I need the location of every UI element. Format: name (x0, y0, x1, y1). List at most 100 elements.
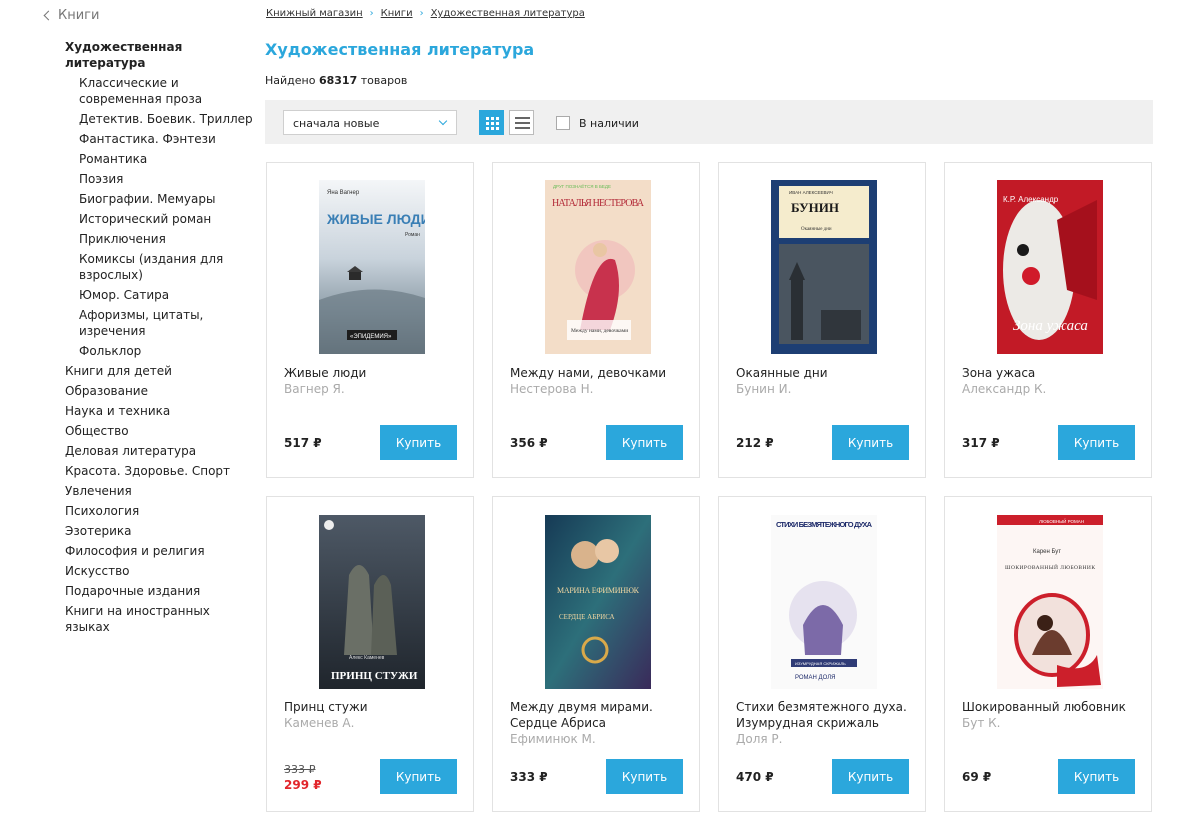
book-cover-image[interactable]: Яна Вагнер ЖИВЫЕ ЛЮДИ Роман «ЭПИДЕМИЯ» (319, 180, 425, 354)
in-stock-label: В наличии (579, 116, 639, 130)
cover-subtitle: Окаянные дни (801, 227, 832, 232)
cover-tagline: ДРУГ ПОЗНАЁТСЯ В БЕДЕ (553, 183, 611, 189)
product-author[interactable]: Александр К. (962, 382, 1046, 396)
cover-title: Зона ужаса (1013, 318, 1088, 334)
subcategory-item[interactable]: Исторический роман (65, 209, 255, 229)
cover-author: К.Р. Александр (1003, 195, 1059, 204)
cover-author: ИВАН АЛЕКСЕЕВИЧ (789, 190, 833, 195)
subcategory-item[interactable]: Детектив. Боевик. Триллер (65, 109, 255, 129)
category-fiction[interactable]: Художественная литература (65, 37, 255, 73)
back-link[interactable]: Книги (43, 8, 99, 23)
subcategory-item[interactable]: Фольклор (65, 341, 255, 361)
results-number: 68317 (318, 74, 358, 87)
buy-button[interactable]: Купить (380, 759, 457, 794)
category-item[interactable]: Эзотерика (65, 521, 255, 541)
cover-title: БУНИН (791, 200, 839, 215)
buy-button[interactable]: Купить (1058, 425, 1135, 460)
product-author[interactable]: Нестерова Н. (510, 382, 593, 396)
breadcrumb-separator-icon: › (419, 8, 424, 19)
buy-button[interactable]: Купить (380, 425, 457, 460)
product-sale-price: 299 ₽ (284, 778, 322, 792)
product-author[interactable]: Бут К. (962, 716, 1000, 730)
breadcrumb-books[interactable]: Книги (381, 8, 413, 19)
chevron-left-icon (43, 10, 54, 21)
product-author[interactable]: Ефиминюк М. (510, 732, 596, 746)
category-list: Художественная литература Классические и… (65, 37, 255, 637)
subcategory-item[interactable]: Афоризмы, цитаты, изречения (65, 305, 255, 341)
product-card[interactable]: ДРУГ ПОЗНАЁТСЯ В БЕДЕ НАТАЛЬЯ НЕСТЕРОВА … (492, 162, 700, 478)
category-item[interactable]: Наука и техника (65, 401, 255, 421)
category-item[interactable]: Искусство (65, 561, 255, 581)
grid-view-button[interactable] (479, 110, 504, 135)
product-author[interactable]: Вагнер Я. (284, 382, 345, 396)
product-title[interactable]: Между двумя мирами. Сердце Абриса (510, 699, 695, 731)
breadcrumb: Книжный магазин › Книги › Художественная… (266, 8, 585, 19)
product-title[interactable]: Между нами, девочками (510, 365, 695, 381)
subcategory-item[interactable]: Классические и современная проза (65, 73, 255, 109)
subcategory-item[interactable]: Приключения (65, 229, 255, 249)
in-stock-filter[interactable]: В наличии (556, 116, 639, 130)
product-card[interactable]: К.Р. Александр Зона ужаса Зона ужаса Але… (944, 162, 1152, 478)
breadcrumb-fiction[interactable]: Художественная литература (431, 8, 585, 19)
product-author[interactable]: Доля Р. (736, 732, 782, 746)
cover-subtitle: Роман (405, 232, 420, 238)
cover-title: ШОКИРОВАННЫЙ ЛЮБОВНИК (1005, 563, 1095, 571)
category-item[interactable]: Философия и религия (65, 541, 255, 561)
book-cover-image[interactable]: Алекс Каменев ПРИНЦ СТУЖИ (319, 515, 425, 689)
cover-title: ПРИНЦ СТУЖИ (331, 670, 418, 682)
page-title: Художественная литература (265, 40, 535, 59)
product-author[interactable]: Бунин И. (736, 382, 791, 396)
category-item[interactable]: Подарочные издания (65, 581, 255, 601)
product-price: 356 ₽ (510, 436, 548, 450)
subcategory-item[interactable]: Биографии. Мемуары (65, 189, 255, 209)
product-card[interactable]: СТИХИ БЕЗМЯТЕЖНОГО ДУХА ИЗУМРУДНАЯ СКРИЖ… (718, 496, 926, 812)
cover-title: СЕРДЦЕ АБРИСА (559, 613, 615, 621)
product-card[interactable]: ИВАН АЛЕКСЕЕВИЧ БУНИН Окаянные дни Окаян… (718, 162, 926, 478)
product-author[interactable]: Каменев А. (284, 716, 354, 730)
category-item[interactable]: Психология (65, 501, 255, 521)
book-cover-image[interactable]: К.Р. Александр Зона ужаса (997, 180, 1103, 354)
product-price: 333 ₽ (510, 770, 548, 784)
subcategory-item[interactable]: Поэзия (65, 169, 255, 189)
product-title[interactable]: Зона ужаса (962, 365, 1147, 381)
breadcrumb-separator-icon: › (369, 8, 374, 19)
product-title[interactable]: Живые люди (284, 365, 469, 381)
book-cover-image[interactable]: ДРУГ ПОЗНАЁТСЯ В БЕДЕ НАТАЛЬЯ НЕСТЕРОВА … (545, 180, 651, 354)
product-title[interactable]: Принц стужи (284, 699, 469, 715)
cover-title: СТИХИ БЕЗМЯТЕЖНОГО ДУХА (776, 520, 873, 529)
breadcrumb-store[interactable]: Книжный магазин (266, 8, 363, 19)
subcategory-item[interactable]: Комиксы (издания для взрослых) (65, 249, 255, 285)
sort-select[interactable]: сначала новые (283, 110, 457, 135)
product-title[interactable]: Стихи безмятежного духа. Изумрудная скри… (736, 699, 921, 731)
book-cover-image[interactable]: МАРИНА ЕФИМИНЮК СЕРДЦЕ АБРИСА (545, 515, 651, 689)
product-title[interactable]: Шокированный любовник (962, 699, 1147, 715)
product-price: 517 ₽ (284, 436, 322, 450)
category-item[interactable]: Увлечения (65, 481, 255, 501)
in-stock-checkbox[interactable] (556, 116, 570, 130)
category-item[interactable]: Книги на иностранных языках (65, 601, 255, 637)
subcategory-item[interactable]: Фантастика. Фэнтези (65, 129, 255, 149)
product-card[interactable]: Яна Вагнер ЖИВЫЕ ЛЮДИ Роман «ЭПИДЕМИЯ» Ж… (266, 162, 474, 478)
list-view-button[interactable] (509, 110, 534, 135)
category-item[interactable]: Книги для детей (65, 361, 255, 381)
chevron-down-icon (438, 116, 448, 126)
product-card[interactable]: МАРИНА ЕФИМИНЮК СЕРДЦЕ АБРИСА Между двум… (492, 496, 700, 812)
product-card[interactable]: Алекс Каменев ПРИНЦ СТУЖИ Принц стужи Ка… (266, 496, 474, 812)
product-price: 212 ₽ (736, 436, 774, 450)
buy-button[interactable]: Купить (606, 425, 683, 460)
category-item[interactable]: Деловая литература (65, 441, 255, 461)
category-item[interactable]: Красота. Здоровье. Спорт (65, 461, 255, 481)
buy-button[interactable]: Купить (606, 759, 683, 794)
subcategory-item[interactable]: Юмор. Сатира (65, 285, 255, 305)
buy-button[interactable]: Купить (1058, 759, 1135, 794)
buy-button[interactable]: Купить (832, 425, 909, 460)
product-card[interactable]: ЛЮБОВНЫЙ РОМАН Карен Бут ШОКИРОВАННЫЙ ЛЮ… (944, 496, 1152, 812)
buy-button[interactable]: Купить (832, 759, 909, 794)
book-cover-image[interactable]: СТИХИ БЕЗМЯТЕЖНОГО ДУХА ИЗУМРУДНАЯ СКРИЖ… (771, 515, 877, 689)
book-cover-image[interactable]: ЛЮБОВНЫЙ РОМАН Карен Бут ШОКИРОВАННЫЙ ЛЮ… (997, 515, 1103, 689)
book-cover-image[interactable]: ИВАН АЛЕКСЕЕВИЧ БУНИН Окаянные дни (771, 180, 877, 354)
category-item[interactable]: Общество (65, 421, 255, 441)
product-title[interactable]: Окаянные дни (736, 365, 921, 381)
category-item[interactable]: Образование (65, 381, 255, 401)
subcategory-item[interactable]: Романтика (65, 149, 255, 169)
